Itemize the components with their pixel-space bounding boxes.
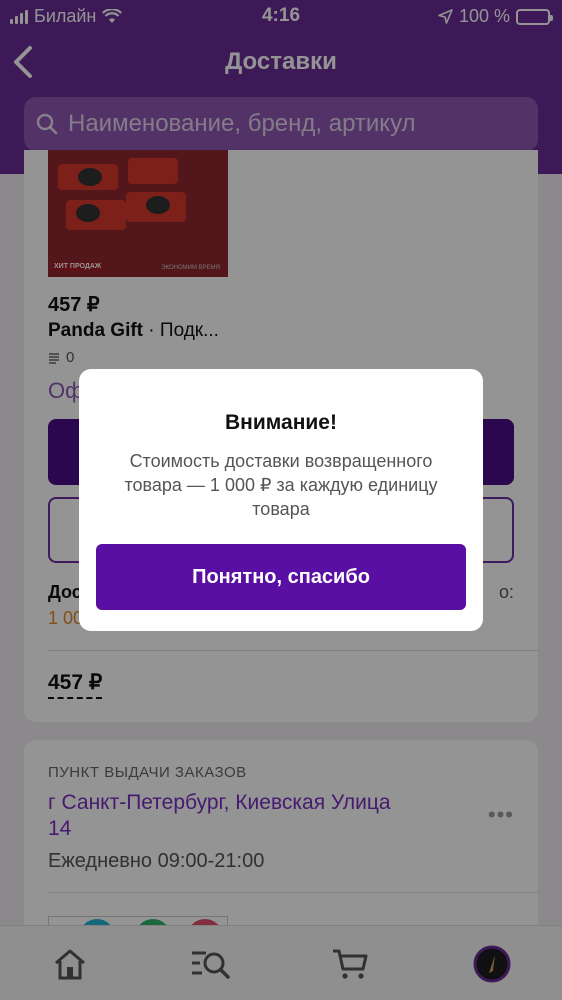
alert-dialog: Внимание! Стоимость доставки возвращенно… — [79, 369, 483, 631]
alert-title: Внимание! — [225, 411, 337, 434]
alert-message: Стоимость доставки возвращенного товара … — [124, 451, 438, 519]
acknowledge-button[interactable]: Понятно, спасибо — [96, 544, 466, 610]
